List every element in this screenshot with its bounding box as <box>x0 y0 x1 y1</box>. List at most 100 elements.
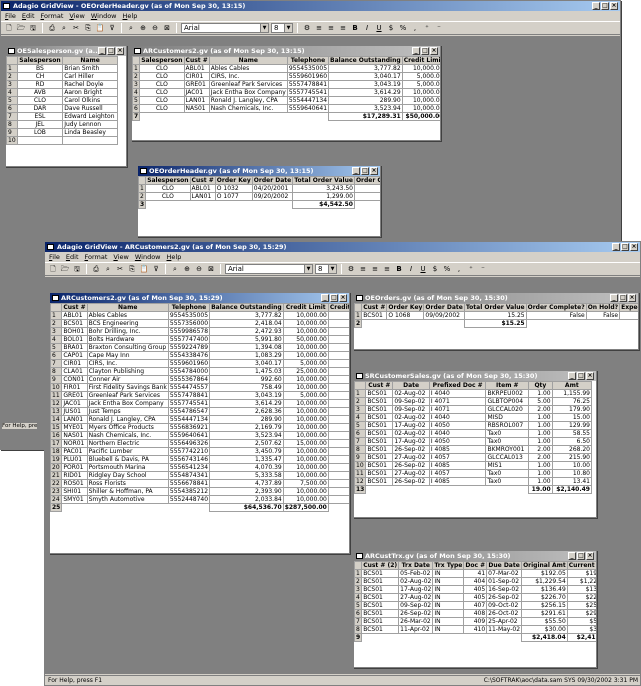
table-cell[interactable]: JEL <box>16 120 64 129</box>
table-cell[interactable]: False <box>353 192 380 201</box>
table-cell[interactable]: 11-May-02 <box>486 625 523 634</box>
column-header[interactable]: Doc # <box>463 561 488 570</box>
table-cell[interactable]: Brian Smith <box>62 64 118 73</box>
table-cell[interactable]: 5559601960 <box>167 359 211 368</box>
table-row[interactable]: 3 BOH01 Bohr Drilling, Inc. 5559986578 2,472… <box>50 327 349 336</box>
table-cell[interactable]: Myers Office Products <box>86 423 169 432</box>
table-cell[interactable]: BCS01 <box>361 609 400 618</box>
row-number[interactable]: 3 <box>138 200 147 209</box>
row-number[interactable]: 7 <box>132 112 141 121</box>
table-cell[interactable]: 16-Sep-02 <box>486 585 523 594</box>
table-cell[interactable]: 3,040.17 <box>328 72 403 81</box>
column-header[interactable]: Order Date <box>251 176 294 185</box>
comma-icon[interactable]: , <box>454 264 464 274</box>
table-row[interactable]: 14 LAN01 Ronald J. Langley, CPA 5554447134 2… <box>50 415 349 424</box>
table-row[interactable]: 21 RID01 Ridgley Day School 5554874341 5,333… <box>50 471 349 480</box>
table-cell[interactable]: 09/09/2002 <box>423 311 465 320</box>
table-row[interactable]: 4BCS0127-Aug-02IN40526-Sep-02$226.70$226… <box>354 593 596 602</box>
menu-item[interactable]: View <box>69 11 84 21</box>
copy-icon[interactable]: ⎘ <box>127 264 137 274</box>
table-cell[interactable]: Linda Beasley <box>62 128 118 137</box>
table-row[interactable]: 22 ROS01 Ross Florists 5556678841 4,737.89 7,… <box>50 479 349 488</box>
table-cell[interactable]: I 4057 <box>428 453 487 462</box>
row-number[interactable]: 25 <box>50 503 63 512</box>
table-row[interactable]: 10 BCS01 26-Sep-02 I 4085 MIS1 1.00 10.00 <box>354 461 593 470</box>
column-header[interactable]: Balance Outstanding <box>328 56 403 65</box>
table-cell[interactable]: 17-Aug-02 <box>398 585 434 594</box>
column-header[interactable]: Cust # <box>361 303 388 312</box>
column-header[interactable]: Cust # <box>61 303 88 312</box>
table-cell[interactable]: Tax0 <box>485 429 530 438</box>
row-number[interactable]: 6 <box>50 351 63 360</box>
row-number-header[interactable] <box>354 381 367 390</box>
table-row[interactable]: 9 LOB Linda Beasley <box>6 128 118 137</box>
table-row[interactable]: 13 JUS01 Just Temps 5554786547 2,628.36 10,00… <box>50 407 349 416</box>
font-select[interactable]: Arial ▼ <box>181 23 269 33</box>
table-cell[interactable]: 15.25 <box>463 311 527 320</box>
table-cell[interactable]: 6,385.71 <box>327 399 349 408</box>
table-cell[interactable]: BCS Engineering <box>86 319 169 328</box>
row-number[interactable]: 13 <box>50 407 63 416</box>
table-cell[interactable]: 17-Aug-02 <box>392 437 430 446</box>
table-cell[interactable]: GLCCAL013 <box>485 453 530 462</box>
table-cell[interactable]: 5.00 <box>528 397 553 406</box>
table-cell[interactable]: 4,737.89 <box>209 479 284 488</box>
table-cell[interactable]: O 1068 <box>386 311 425 320</box>
table-cell[interactable]: 15.00 <box>551 413 593 422</box>
table-cell[interactable]: 10,000.00 <box>282 487 329 496</box>
table-cell[interactable]: 9,007.40 <box>327 375 349 384</box>
table-cell[interactable]: I 4040 <box>428 389 487 398</box>
table-row[interactable]: 23 SHI01 Shiller & Hoffman, PA 5554385212 2,… <box>50 487 349 496</box>
table-row[interactable]: 2 BCS01 02-Aug-02 IN 404 01-Sep-02 $1,229.54 $1… <box>354 577 596 586</box>
table-cell[interactable]: 5554474557 <box>167 383 211 392</box>
table-cell[interactable]: 8,664.53 <box>327 455 349 464</box>
table-cell[interactable]: 5557478841 <box>286 80 330 89</box>
table-cell[interactable]: 10,000.00 <box>282 463 329 472</box>
increase-decimal-icon[interactable]: ⁺ <box>422 23 432 33</box>
customersales-grid[interactable]: Cust # Date Prefixed Doc # Item # Qty Amt 1 BCS… <box>354 381 593 494</box>
orders-grid[interactable]: Cust # Order Key Order Date Total Order Val… <box>354 303 638 328</box>
table-cell[interactable]: 41 <box>463 569 488 578</box>
table-cell[interactable]: SHI01 <box>61 487 88 496</box>
table-cell[interactable]: CIR01 <box>183 72 210 81</box>
table-cell[interactable]: BRA01 <box>61 343 88 352</box>
column-header[interactable]: Total Order Value <box>292 176 355 185</box>
table-cell[interactable]: Nash Chemicals, Inc. <box>86 431 169 440</box>
table-cell[interactable]: 992.60 <box>209 375 284 384</box>
font-select[interactable]: Arial ▼ <box>225 264 313 274</box>
maximize-icon[interactable]: □ <box>107 47 115 55</box>
table-cell[interactable]: 7,606.10 <box>327 487 349 496</box>
table-cell[interactable]: MISD <box>485 413 530 422</box>
table-cell[interactable]: 5555367864 <box>167 375 211 384</box>
column-header[interactable]: Order Key <box>214 176 253 185</box>
table-cell[interactable]: 3,523.94 <box>209 431 284 440</box>
table-cell[interactable]: RID01 <box>61 471 88 480</box>
table-cell[interactable]: 17-Aug-02 <box>392 421 430 430</box>
align-left-icon[interactable]: ≡ <box>358 264 368 274</box>
table-cell[interactable]: FIR01 <box>61 383 88 392</box>
column-header[interactable]: Current Amt <box>566 561 596 570</box>
row-number[interactable]: 11 <box>50 391 63 400</box>
table-cell[interactable]: Bluebell & Davis, PA <box>86 455 169 464</box>
table-cell[interactable]: 5559640641 <box>286 104 330 113</box>
column-header[interactable]: Cust # <box>189 176 216 185</box>
comma-icon[interactable]: , <box>410 23 420 33</box>
table-cell[interactable]: 26-Mar-02 <box>398 617 434 626</box>
table-cell[interactable]: LAN01 <box>183 96 210 105</box>
table-cell[interactable]: False <box>353 184 380 193</box>
row-number[interactable]: 3 <box>354 405 367 414</box>
column-header[interactable]: Name <box>86 303 169 312</box>
table-cell[interactable]: 10,000.00 <box>282 343 329 352</box>
bold-icon[interactable]: B <box>350 23 360 33</box>
table-cell[interactable]: 10,000.00 <box>282 471 329 480</box>
table-cell[interactable]: Portsmouth Marina <box>86 463 169 472</box>
table-cell[interactable]: 5554385212 <box>167 487 211 496</box>
new-icon[interactable]: 🗋 <box>4 23 14 33</box>
table-cell[interactable]: 7,371.64 <box>327 407 349 416</box>
table-cell[interactable]: 407 <box>463 601 488 610</box>
underline-icon[interactable]: U <box>418 264 428 274</box>
copy-icon[interactable]: ⎘ <box>83 23 93 33</box>
table-cell[interactable]: 09-Sep-02 <box>398 601 434 610</box>
row-number[interactable]: 1 <box>354 569 363 578</box>
close-icon[interactable]: × <box>628 294 636 302</box>
